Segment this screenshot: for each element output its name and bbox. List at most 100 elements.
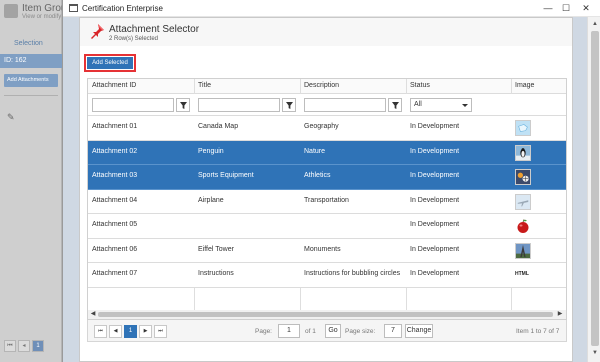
penguin-thumbnail-icon	[515, 144, 531, 161]
cell-attachment-id: Attachment 07	[92, 270, 138, 277]
filter-icon[interactable]	[282, 98, 296, 112]
app-logo-icon	[4, 4, 18, 18]
cell-description: Transportation	[304, 196, 349, 204]
close-button[interactable]: ✕	[579, 2, 593, 14]
cell-description: Monuments	[304, 245, 341, 253]
background-sidebar: Item Grou View or modify Selection ID: 1…	[0, 0, 66, 362]
background-add-attachments-button: Add Attachments	[4, 74, 58, 87]
go-button[interactable]: Go	[325, 324, 341, 338]
cell-description: Nature	[304, 147, 326, 155]
html-file-icon: HTML	[515, 271, 529, 277]
pencil-icon: ✎	[7, 112, 15, 122]
grid-pager: ⏮ ◀ 1 ▶ ⏭ Page: 1 of 1 Go Page size: 7 C…	[87, 320, 567, 342]
cell-status: In Development	[410, 221, 460, 228]
cell-attachment-id: Attachment 05	[92, 221, 138, 228]
scrollbar-thumb[interactable]	[591, 31, 599, 346]
description-filter-input[interactable]	[304, 98, 386, 112]
add-selected-highlight: Add Selected	[84, 54, 136, 72]
table-row[interactable]: Attachment 05 In Development	[88, 214, 566, 239]
window-titlebar: Certification Enterprise — ☐ ✕	[63, 0, 600, 17]
table-row[interactable]: Attachment 03 Sports Equipment Athletics…	[88, 165, 566, 190]
cell-status: In Development	[410, 270, 460, 277]
cell-status: In Development	[410, 245, 460, 253]
horizontal-scrollbar-thumb[interactable]	[98, 312, 553, 317]
cell-attachment-id: Attachment 04	[92, 196, 138, 204]
attachment-selector-dialog: Attachment Selector 2 Row(s) Selected Ad…	[79, 17, 573, 362]
table-row[interactable]: Attachment 07 Instructions Instructions …	[88, 263, 566, 288]
maximize-button[interactable]: ☐	[559, 2, 573, 14]
page-label: Page:	[255, 328, 272, 335]
cell-attachment-id: Attachment 03	[92, 172, 138, 179]
first-page-icon: ⏮	[4, 340, 16, 352]
scroll-up-icon[interactable]: ▲	[590, 19, 600, 29]
first-page-icon[interactable]: ⏮	[94, 325, 107, 338]
page-of-label: of 1	[305, 328, 316, 335]
column-header-description[interactable]: Description	[304, 82, 339, 89]
eiffel-thumbnail-icon	[515, 242, 531, 259]
cell-title: Penguin	[198, 147, 224, 155]
horizontal-scrollbar[interactable]: ◀ ▶	[88, 310, 566, 319]
dialog-header: Attachment Selector 2 Row(s) Selected	[80, 18, 572, 46]
chevron-down-icon	[462, 104, 468, 107]
background-divider	[4, 95, 58, 105]
dialog-title: Attachment Selector	[109, 24, 200, 35]
cell-status: In Development	[410, 172, 460, 179]
prev-page-icon[interactable]: ◀	[109, 325, 122, 338]
cell-status: In Development	[410, 147, 460, 155]
background-selection-tab: Selection	[14, 40, 43, 47]
cell-title: Instructions	[198, 270, 234, 277]
column-header-title[interactable]: Title	[198, 82, 211, 89]
sports-thumbnail-icon	[515, 169, 531, 185]
background-id-row: ID: 162	[0, 54, 62, 68]
last-page-icon[interactable]: ⏭	[154, 325, 167, 338]
cell-attachment-id: Attachment 06	[92, 245, 138, 253]
cell-status: In Development	[410, 123, 460, 130]
column-header-image[interactable]: Image	[515, 82, 534, 89]
table-row[interactable]: Attachment 02 Penguin Nature In Developm…	[88, 140, 566, 165]
cell-status: In Development	[410, 196, 460, 204]
scroll-down-icon[interactable]: ▼	[590, 348, 600, 358]
scroll-left-icon[interactable]: ◀	[89, 310, 97, 319]
window-icon	[69, 4, 78, 12]
cell-title: Eiffel Tower	[198, 245, 234, 253]
cell-title: Sports Equipment	[198, 172, 254, 179]
cell-description: Athletics	[304, 172, 331, 179]
table-row[interactable]: Attachment 06 Eiffel Tower Monuments In …	[88, 238, 566, 263]
grid-rows: Attachment 01 Canada Map Geography In De…	[88, 116, 566, 288]
airplane-thumbnail-icon	[515, 193, 531, 210]
filter-row: All	[88, 94, 566, 116]
page-number-button[interactable]: 1	[124, 325, 137, 338]
page-input[interactable]: 1	[278, 324, 300, 338]
pushpin-icon	[91, 24, 104, 39]
page-size-input[interactable]: 7	[384, 324, 402, 338]
prev-page-icon: ◂	[18, 340, 30, 352]
attachment-id-filter-input[interactable]	[92, 98, 174, 112]
cell-description: Geography	[304, 123, 339, 130]
column-header-attachment-id[interactable]: Attachment ID	[92, 82, 136, 89]
add-selected-button[interactable]: Add Selected	[87, 57, 133, 69]
scroll-right-icon[interactable]: ▶	[556, 310, 564, 319]
next-page-icon[interactable]: ▶	[139, 325, 152, 338]
filter-icon[interactable]	[388, 98, 402, 112]
filter-icon[interactable]	[176, 98, 190, 112]
background-pager: ⏮ ◂ 1	[4, 340, 44, 352]
vertical-scrollbar[interactable]: ▲ ▼	[587, 17, 600, 362]
change-button[interactable]: Change	[405, 324, 433, 338]
grid-header: Attachment ID Title Description Status I…	[88, 79, 566, 94]
cell-title: Airplane	[198, 196, 224, 204]
cell-title: Canada Map	[198, 123, 239, 130]
background-subtitle: View or modify	[22, 14, 62, 20]
column-header-status[interactable]: Status	[410, 82, 430, 89]
background-page-number: 1	[32, 340, 44, 352]
status-filter-select[interactable]: All	[410, 98, 472, 112]
minimize-button[interactable]: —	[541, 2, 555, 14]
item-range-info: Item 1 to 7 of 7	[516, 328, 560, 335]
attachments-grid: Attachment ID Title Description Status I…	[87, 78, 567, 320]
apple-thumbnail-icon	[517, 219, 529, 233]
table-row[interactable]: Attachment 01 Canada Map Geography In De…	[88, 116, 566, 141]
page-size-label: Page size:	[345, 328, 376, 335]
table-row[interactable]: Attachment 04 Airplane Transportation In…	[88, 189, 566, 214]
background-title: Item Grou	[22, 3, 67, 14]
title-filter-input[interactable]	[198, 98, 280, 112]
cell-description: Instructions for bubbling circles	[304, 270, 401, 277]
